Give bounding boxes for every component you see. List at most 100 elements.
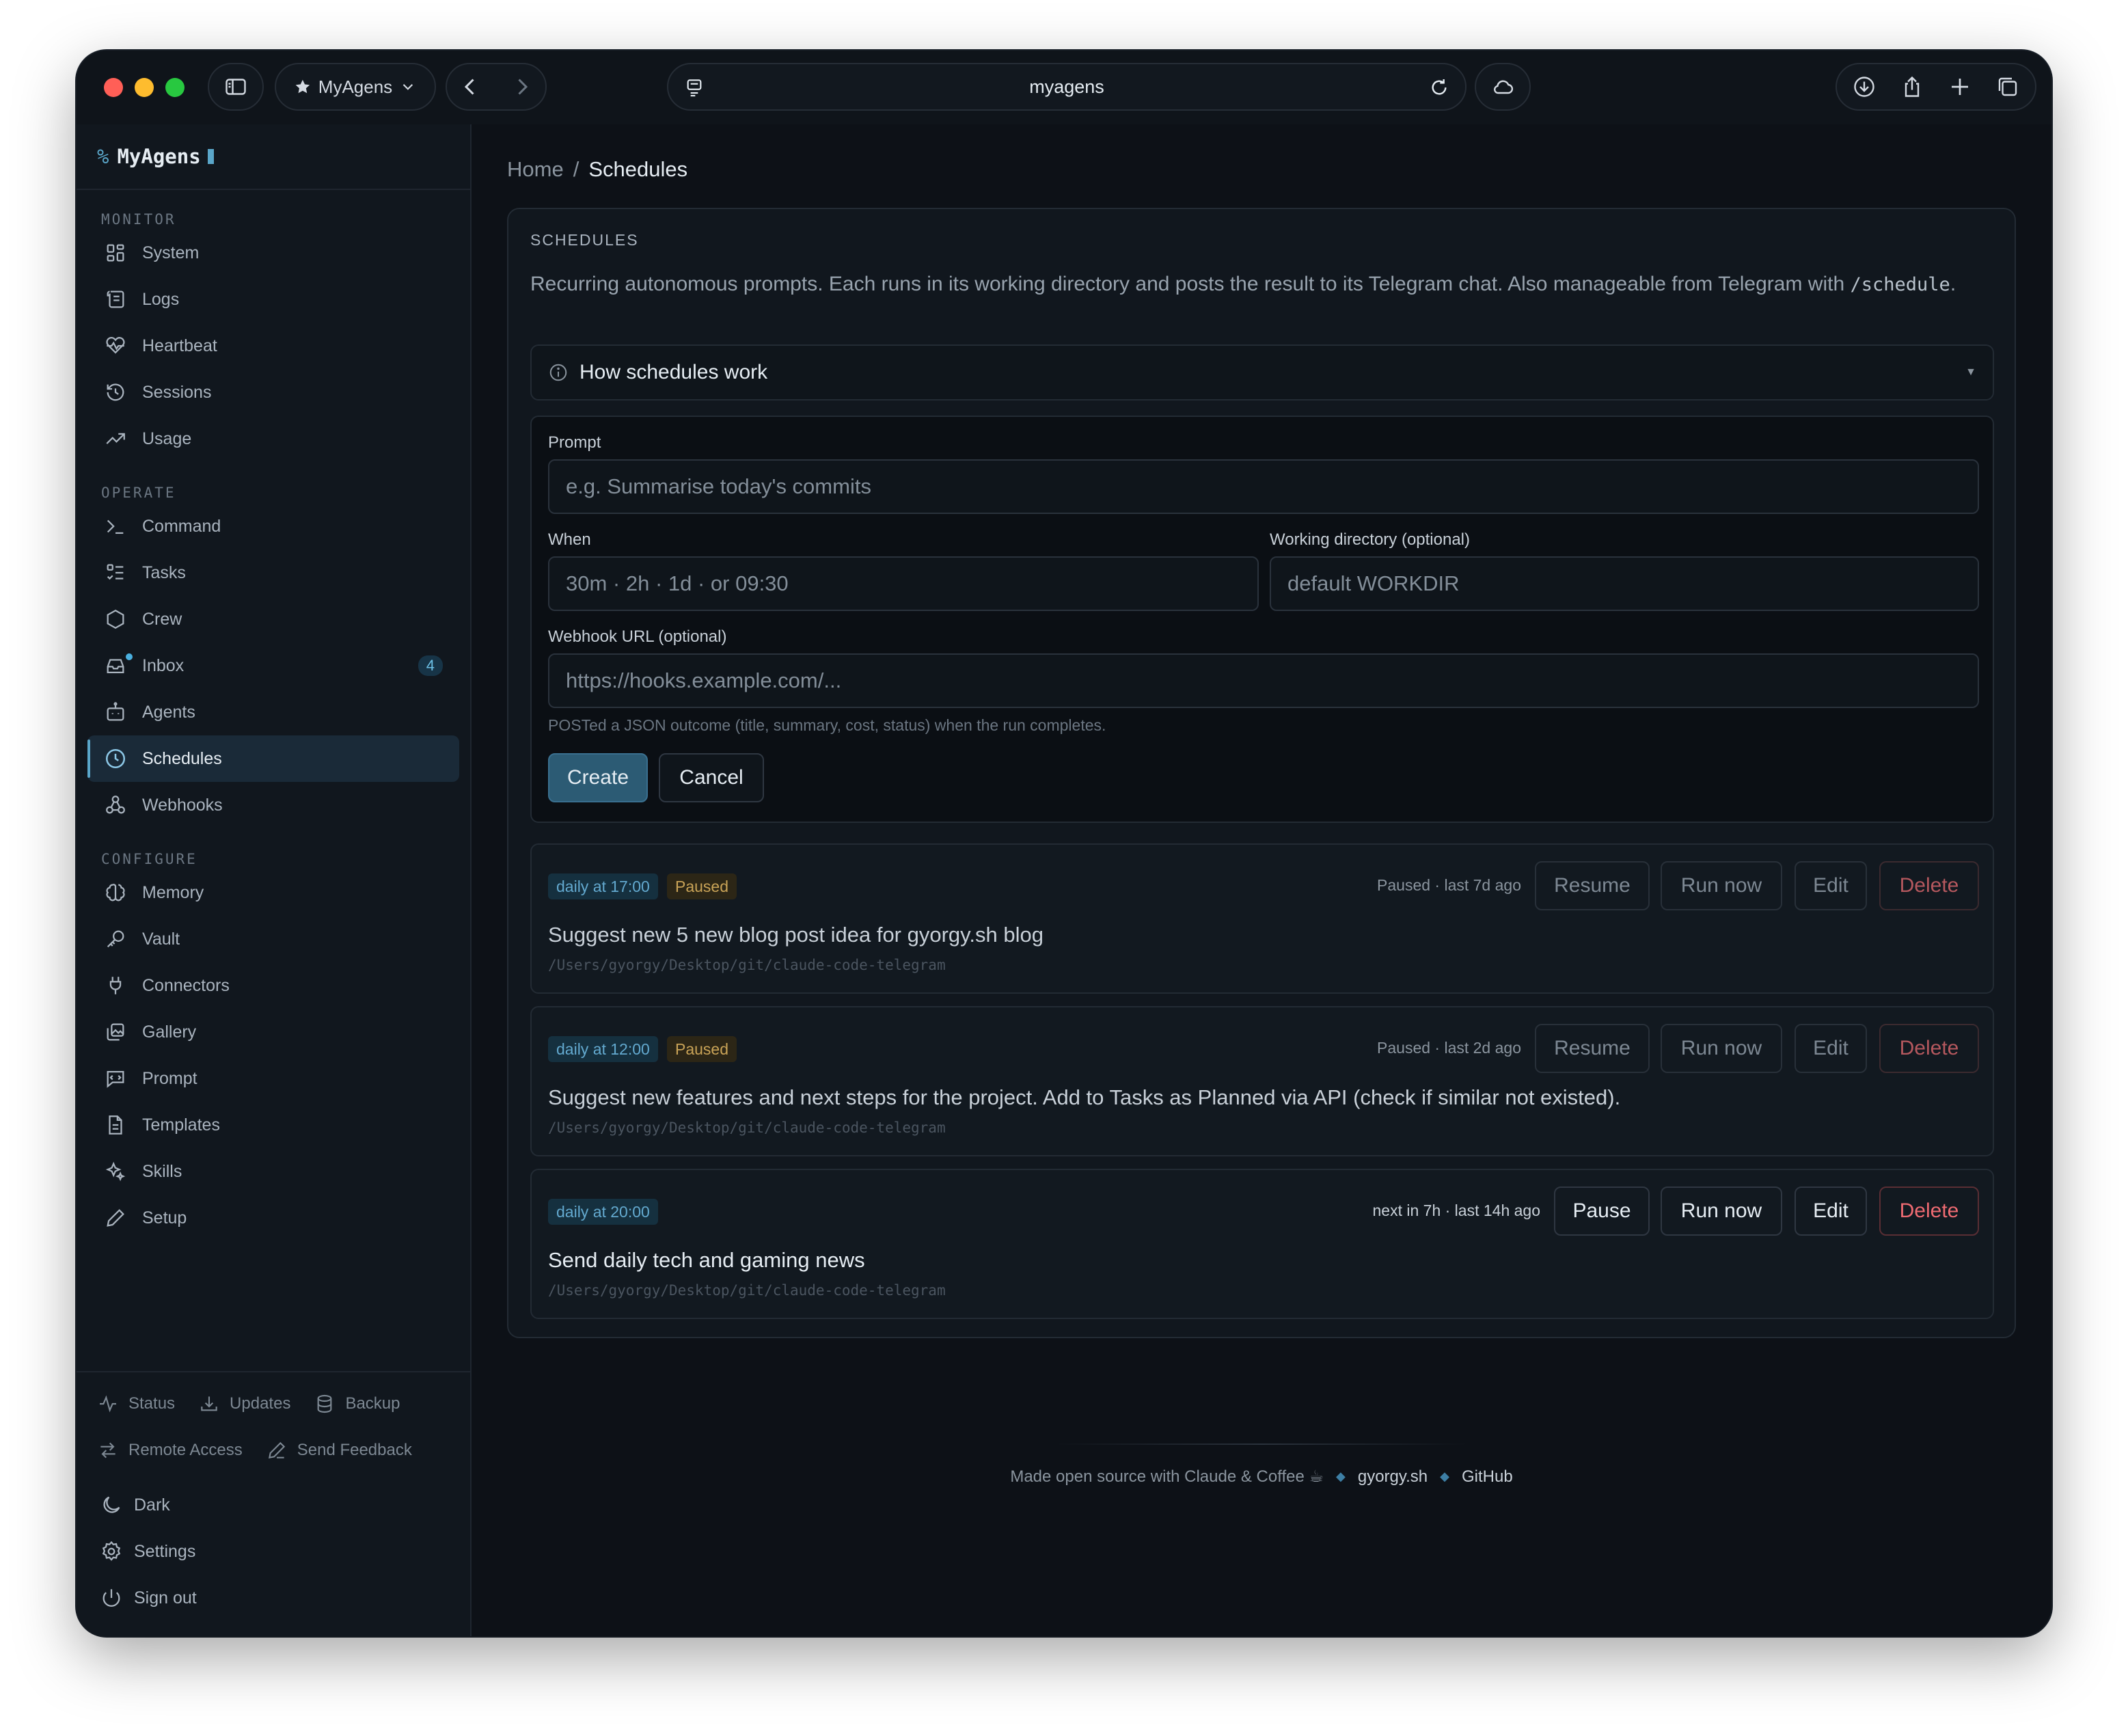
download-icon[interactable] bbox=[1852, 74, 1877, 99]
how-schedules-work-toggle[interactable]: How schedules work ▼ bbox=[530, 344, 1994, 401]
sidebar-item-templates[interactable]: Templates bbox=[87, 1102, 459, 1148]
icloud-button[interactable] bbox=[1475, 63, 1531, 111]
sidebar-item-label: Sessions bbox=[142, 382, 212, 402]
clock-icon bbox=[105, 748, 126, 769]
run-now-button[interactable]: Run now bbox=[1661, 1186, 1782, 1236]
breadcrumb-home[interactable]: Home bbox=[507, 157, 564, 182]
workdir-input[interactable] bbox=[1270, 556, 1979, 611]
profile-button[interactable]: MyAgens bbox=[275, 63, 436, 111]
back-arrow-icon[interactable] bbox=[458, 74, 482, 99]
sparkles-icon bbox=[105, 1161, 126, 1182]
footer-link-site[interactable]: gyorgy.sh bbox=[1358, 1467, 1428, 1487]
footer-credit: Made open source with Claude & Coffee ☕ bbox=[1010, 1467, 1324, 1486]
sign-out-button[interactable]: Sign out bbox=[77, 1575, 470, 1621]
sidebar-item-crew[interactable]: Crew bbox=[87, 596, 459, 642]
schedule-card: daily at 12:00 Paused Paused · last 2d a… bbox=[530, 1006, 1994, 1156]
maximize-window-button[interactable] bbox=[165, 78, 185, 97]
sidebar-item-heartbeat[interactable]: Heartbeat bbox=[87, 323, 459, 369]
sidebar-item-label: Usage bbox=[142, 429, 192, 448]
resume-button[interactable]: Resume bbox=[1535, 861, 1650, 910]
sidebar-item-inbox[interactable]: Inbox 4 bbox=[87, 642, 459, 689]
browser-titlebar: MyAgens myagens bbox=[77, 51, 2051, 124]
sidebar-item-gallery[interactable]: Gallery bbox=[87, 1009, 459, 1055]
caret-down-icon: ▼ bbox=[1965, 366, 1976, 378]
sidebar-item-skills[interactable]: Skills bbox=[87, 1148, 459, 1195]
schedule-path: /Users/gyorgy/Desktop/git/claude-code-te… bbox=[548, 957, 946, 973]
cancel-button[interactable]: Cancel bbox=[659, 753, 764, 802]
pen-icon bbox=[268, 1441, 285, 1459]
schedule-when-chip: daily at 20:00 bbox=[548, 1199, 658, 1225]
schedule-path: /Users/gyorgy/Desktop/git/claude-code-te… bbox=[548, 1120, 946, 1136]
sidebar-item-label: Inbox bbox=[142, 655, 185, 675]
sidebar-toggle-button[interactable] bbox=[208, 63, 264, 111]
sidebar-item-usage[interactable]: Usage bbox=[87, 416, 459, 462]
share-icon[interactable] bbox=[1900, 74, 1924, 99]
updates-link[interactable]: Updates bbox=[198, 1393, 290, 1415]
forward-arrow-icon[interactable] bbox=[510, 74, 534, 99]
sidebar-item-connectors[interactable]: Connectors bbox=[87, 962, 459, 1009]
settings-link[interactable]: Settings bbox=[77, 1528, 470, 1575]
prompt-label: Prompt bbox=[548, 433, 601, 452]
theme-toggle[interactable]: Dark bbox=[77, 1482, 470, 1528]
run-now-button[interactable]: Run now bbox=[1661, 1024, 1782, 1073]
panel-description: Recurring autonomous prompts. Each runs … bbox=[530, 269, 1993, 300]
info-icon bbox=[549, 364, 567, 381]
pause-button[interactable]: Pause bbox=[1554, 1186, 1650, 1236]
new-tab-icon[interactable] bbox=[1948, 74, 1972, 99]
resume-button[interactable]: Resume bbox=[1535, 1024, 1650, 1073]
sidebar-item-label: Heartbeat bbox=[142, 336, 217, 355]
prompt-input[interactable] bbox=[548, 459, 1979, 514]
address-bar[interactable]: myagens bbox=[667, 63, 1467, 111]
sidebar-item-prompt[interactable]: Prompt bbox=[87, 1055, 459, 1102]
close-window-button[interactable] bbox=[104, 78, 123, 97]
sidebar-item-memory[interactable]: Memory bbox=[87, 869, 459, 916]
page-settings-icon[interactable] bbox=[683, 77, 705, 98]
sidebar: % MyAgens MONITOR System Logs Heartbeat … bbox=[77, 124, 472, 1636]
main-content: Home / Schedules SCHEDULES Recurring aut… bbox=[472, 124, 2051, 1636]
sidebar-item-system[interactable]: System bbox=[87, 230, 459, 276]
sidebar-item-sessions[interactable]: Sessions bbox=[87, 369, 459, 416]
breadcrumb-current: Schedules bbox=[588, 157, 688, 181]
sidebar-footer-row: Remote Access Send Feedback bbox=[77, 1427, 470, 1474]
delete-button[interactable]: Delete bbox=[1879, 1186, 1979, 1236]
sidebar-item-vault[interactable]: Vault bbox=[87, 916, 459, 962]
sidebar-item-tasks[interactable]: Tasks bbox=[87, 550, 459, 596]
reload-icon[interactable] bbox=[1428, 77, 1450, 98]
edit-button[interactable]: Edit bbox=[1795, 861, 1867, 910]
webhook-input[interactable] bbox=[548, 653, 1979, 708]
paused-chip: Paused bbox=[667, 1036, 737, 1062]
moon-icon bbox=[103, 1496, 120, 1513]
app-brand[interactable]: % MyAgens bbox=[77, 124, 470, 190]
status-link[interactable]: Status bbox=[97, 1393, 175, 1415]
sidebar-item-agents[interactable]: Agents bbox=[87, 689, 459, 735]
schedule-meta: Paused · last 7d ago bbox=[1377, 876, 1521, 894]
remote-access-link[interactable]: Remote Access bbox=[97, 1439, 243, 1461]
brand-prefix: % bbox=[97, 145, 109, 168]
sidebar-item-webhooks[interactable]: Webhooks bbox=[87, 782, 459, 828]
when-input[interactable] bbox=[548, 556, 1259, 611]
sidebar-item-label: Connectors bbox=[142, 975, 230, 995]
paused-chip: Paused bbox=[667, 873, 737, 899]
sidebar-item-command[interactable]: Command bbox=[87, 503, 459, 550]
sidebar-item-schedules[interactable]: Schedules bbox=[87, 735, 459, 782]
edit-button[interactable]: Edit bbox=[1795, 1186, 1867, 1236]
send-feedback-link[interactable]: Send Feedback bbox=[266, 1439, 412, 1461]
run-now-button[interactable]: Run now bbox=[1661, 861, 1782, 910]
backup-link[interactable]: Backup bbox=[314, 1393, 400, 1415]
create-button[interactable]: Create bbox=[548, 753, 648, 802]
inbox-count-badge: 4 bbox=[418, 655, 443, 676]
footer-link-github[interactable]: GitHub bbox=[1462, 1467, 1513, 1487]
sidebar-item-setup[interactable]: Setup bbox=[87, 1195, 459, 1241]
sidebar-item-logs[interactable]: Logs bbox=[87, 276, 459, 323]
document-icon bbox=[109, 1115, 122, 1135]
minimize-window-button[interactable] bbox=[135, 78, 154, 97]
description-end: . bbox=[1950, 273, 1956, 295]
tab-overview-icon[interactable] bbox=[1995, 74, 2020, 99]
schedule-prompt: Suggest new 5 new blog post idea for gyo… bbox=[548, 923, 1043, 947]
delete-button[interactable]: Delete bbox=[1879, 1024, 1979, 1073]
delete-button[interactable]: Delete bbox=[1879, 861, 1979, 910]
edit-button[interactable]: Edit bbox=[1795, 1024, 1867, 1073]
scroll-icon bbox=[107, 290, 124, 308]
settings-label: Settings bbox=[134, 1541, 196, 1561]
inbox-icon bbox=[107, 659, 124, 674]
